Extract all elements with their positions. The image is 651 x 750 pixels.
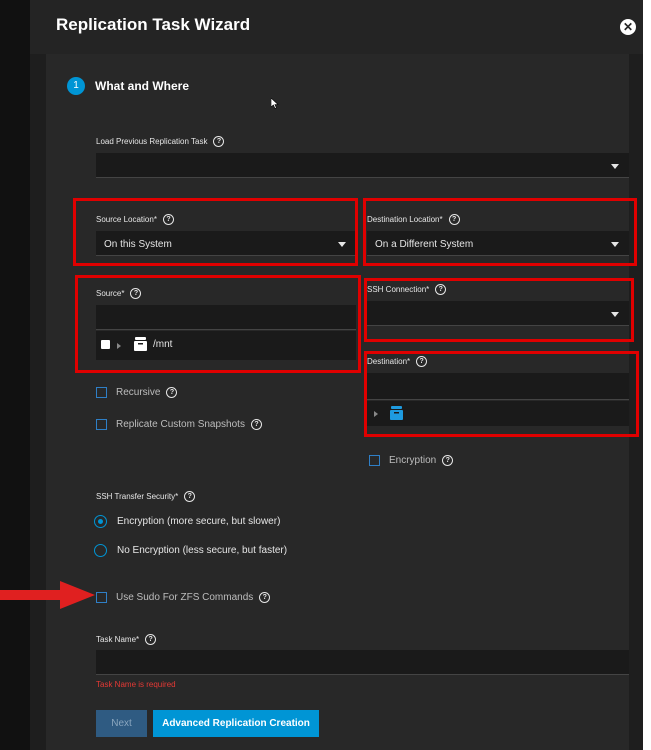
- highlight-destination-location: [363, 198, 637, 266]
- encryption-label: Encryption: [389, 455, 437, 466]
- task-name-error: Task Name is required: [96, 680, 176, 689]
- required-mark: *: [136, 635, 140, 644]
- radio-label-no-encryption: No Encryption (less secure, but faster): [117, 545, 288, 556]
- next-button[interactable]: Next: [96, 710, 147, 737]
- ssh-transfer-security-label: SSH Transfer Security* ?: [96, 491, 196, 502]
- help-icon[interactable]: ?: [442, 455, 454, 466]
- load-previous-label: Load Previous Replication Task ?: [96, 136, 225, 147]
- load-previous-select[interactable]: [96, 153, 629, 178]
- radio-label-encryption: Encryption (more secure, but slower): [117, 516, 281, 527]
- close-icon[interactable]: ✕: [620, 19, 636, 35]
- replicate-custom-label: Replicate Custom Snapshots: [116, 419, 245, 430]
- chevron-down-icon: [611, 164, 619, 169]
- replicate-custom-option[interactable]: Replicate Custom Snapshots ?: [96, 419, 262, 430]
- use-sudo-checkbox[interactable]: [96, 592, 107, 603]
- step-title[interactable]: What and Where: [95, 79, 189, 93]
- recursive-option[interactable]: Recursive ?: [96, 387, 178, 398]
- encryption-option[interactable]: Encryption ?: [369, 455, 454, 466]
- advanced-replication-button[interactable]: Advanced Replication Creation: [153, 710, 319, 737]
- page-backdrop: [0, 0, 30, 750]
- recursive-checkbox[interactable]: [96, 387, 107, 398]
- dialog-title: Replication Task Wizard: [56, 15, 251, 34]
- use-sudo-option[interactable]: Use Sudo For ZFS Commands ?: [96, 592, 271, 603]
- help-icon[interactable]: ?: [145, 634, 157, 645]
- help-icon[interactable]: ?: [213, 136, 225, 147]
- help-icon[interactable]: ?: [166, 387, 178, 398]
- radio-option-encryption[interactable]: Encryption (more secure, but slower): [94, 515, 280, 528]
- radio-button-selected[interactable]: [94, 515, 107, 528]
- dialog-header: Replication Task Wizard ✕: [30, 0, 643, 54]
- use-sudo-label: Use Sudo For ZFS Commands: [116, 592, 254, 603]
- highlight-source: [75, 275, 361, 373]
- load-previous-label-text: Load Previous Replication Task: [96, 137, 208, 146]
- highlight-source-location: [73, 198, 358, 266]
- help-icon[interactable]: ?: [250, 419, 262, 430]
- highlight-destination: [364, 351, 639, 437]
- help-icon[interactable]: ?: [259, 592, 271, 603]
- highlight-ssh-connection: [364, 278, 634, 342]
- radio-option-no-encryption[interactable]: No Encryption (less secure, but faster): [94, 544, 287, 557]
- red-arrow-annotation: [0, 581, 95, 609]
- task-name-input[interactable]: [96, 650, 629, 675]
- required-mark: *: [175, 492, 179, 501]
- encryption-checkbox[interactable]: [369, 455, 380, 466]
- task-name-label-text: Task Name: [96, 635, 137, 644]
- radio-button[interactable]: [94, 544, 107, 557]
- help-icon[interactable]: ?: [184, 491, 196, 502]
- mouse-cursor-icon: [271, 98, 279, 109]
- replicate-custom-checkbox[interactable]: [96, 419, 107, 430]
- recursive-label: Recursive: [116, 387, 161, 398]
- ssh-transfer-security-label-text: SSH Transfer Security: [96, 492, 176, 501]
- step-number-badge: 1: [67, 77, 85, 95]
- task-name-label: Task Name* ?: [96, 634, 157, 645]
